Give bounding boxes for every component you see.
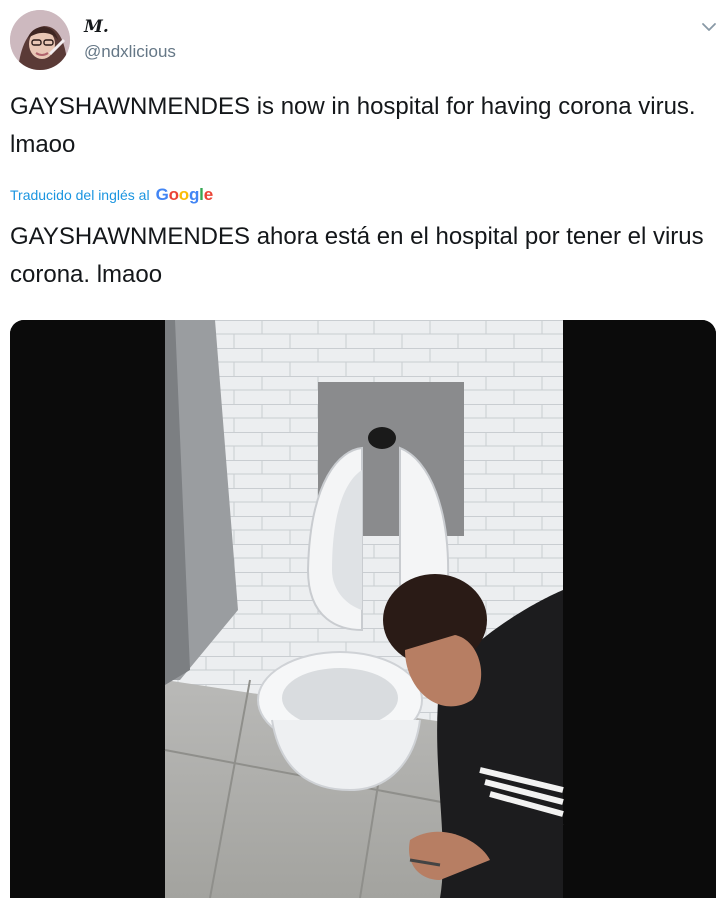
tweet-text: GAYSHAWNMENDES is now in hospital for ha… bbox=[10, 93, 696, 158]
user-handle[interactable]: @ndxlicious bbox=[84, 42, 176, 62]
translation-label: Traducido del inglés al bbox=[10, 187, 150, 203]
avatar[interactable] bbox=[10, 10, 70, 70]
translated-tweet-text: GAYSHAWNMENDES ahora está en el hospital… bbox=[10, 223, 704, 288]
tweet-video[interactable] bbox=[10, 320, 716, 898]
tweet-header: M. @ndxlicious bbox=[0, 0, 728, 80]
video-frame-image bbox=[10, 320, 716, 898]
google-logo: Google bbox=[155, 185, 214, 204]
chevron-down-icon[interactable] bbox=[698, 18, 720, 36]
display-name[interactable]: M. bbox=[84, 17, 109, 37]
translation-attribution[interactable]: Traducido del inglés al Google bbox=[10, 184, 213, 206]
